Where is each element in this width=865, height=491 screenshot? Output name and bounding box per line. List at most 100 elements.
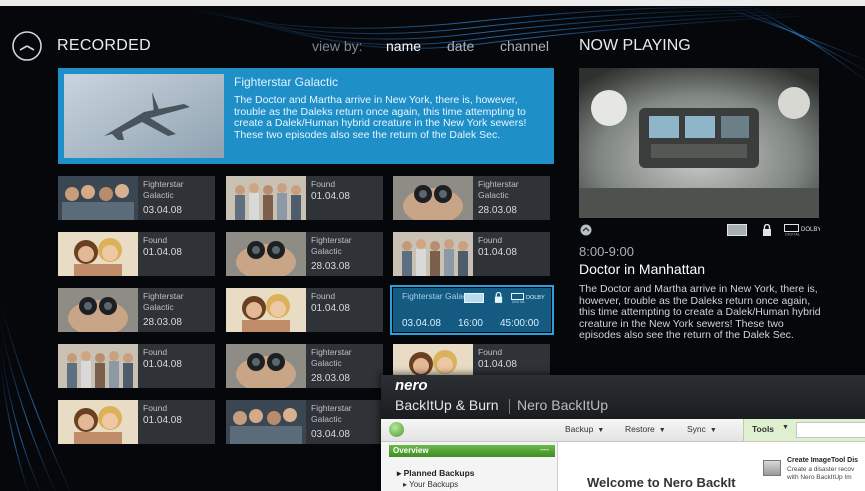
- recording-tile[interactable]: Fighterstar Galactic 28.03.08: [393, 176, 550, 220]
- bullet-icon: ▸: [397, 468, 404, 478]
- view-by-name[interactable]: name: [386, 38, 421, 54]
- recording-tile[interactable]: Fighterstar Galactic 28.03.08: [226, 344, 383, 388]
- recording-tile[interactable]: Found 01.04.08: [226, 176, 383, 220]
- featured-recording[interactable]: Fighterstar Galactic The Doctor and Mart…: [58, 68, 554, 164]
- backup-label: Backup: [565, 424, 594, 434]
- crowd-thumbnail: [58, 176, 138, 220]
- recording-tile[interactable]: Fighterstar Galactic 28.03.08: [226, 232, 383, 276]
- recording-date: 01.04.08: [478, 359, 517, 370]
- recording-tile[interactable]: Found 01.04.08: [393, 232, 550, 276]
- recording-date: 01.04.08: [478, 247, 517, 258]
- now-playing-time: 8:00-9:00: [579, 244, 634, 259]
- chevron-down-icon: ▼: [597, 427, 605, 434]
- recording-date: 01.04.08: [311, 191, 350, 202]
- chevron-down-icon: ▼: [709, 427, 717, 434]
- recording-title: Found: [478, 347, 503, 357]
- planned-backups-label: Planned Backups: [403, 468, 475, 478]
- recording-title: Found: [311, 291, 336, 301]
- back-icon[interactable]: [580, 224, 592, 236]
- clock-icon[interactable]: [11, 30, 43, 62]
- recording-tile[interactable]: Found 01.04.08: [58, 400, 215, 444]
- recording-duration: 45:00:00: [499, 318, 539, 329]
- recording-time: 16:00: [457, 318, 483, 329]
- sync-menu[interactable]: Sync ▼: [687, 424, 717, 434]
- recording-tile[interactable]: Fighterstar Galactic 28.03.08: [58, 288, 215, 332]
- hd-icon: [464, 293, 484, 303]
- home-icon[interactable]: [389, 422, 404, 437]
- recording-title: Found: [143, 235, 168, 245]
- binoculars-thumbnail: [58, 288, 138, 332]
- now-playing-description: The Doctor and Martha arrive in New York…: [579, 283, 821, 341]
- recording-date: 03.04.08: [311, 429, 350, 440]
- tools-label: Tools: [752, 424, 775, 434]
- recording-tile[interactable]: Fighterstar Galactic 03.04.08: [226, 400, 383, 444]
- task-description: Create a disaster recov with Nero BackIt…: [787, 466, 855, 481]
- recording-date: 28.03.08: [143, 317, 182, 328]
- recording-date: 01.04.08: [143, 247, 182, 258]
- recording-date: 03.04.08: [143, 205, 182, 216]
- recorded-title: RECORDED: [57, 37, 151, 54]
- nero-logo: nero: [395, 377, 428, 394]
- now-playing-show-title: Doctor in Manhattan: [579, 261, 706, 277]
- couple-thumbnail: [58, 400, 138, 444]
- recording-date: 28.03.08: [478, 205, 517, 216]
- couple-thumbnail: [226, 288, 306, 332]
- nero-backitup-window[interactable]: nero BackItUp & Burn Nero BackItUp Backu…: [381, 375, 865, 491]
- recording-details: 03.04.08 16:00 45:00:00: [402, 318, 539, 329]
- planned-backups-item[interactable]: ▸ Planned Backups: [397, 468, 475, 479]
- svg-text:DOLBY: DOLBY: [801, 227, 820, 233]
- restore-label: Restore: [625, 424, 655, 434]
- task-title: Create ImageTool Dis: [787, 457, 859, 464]
- svg-text:DOLBY: DOLBY: [526, 295, 545, 301]
- backup-menu[interactable]: Backup ▼: [565, 424, 604, 434]
- binoculars-thumbnail: [226, 344, 306, 388]
- chevron-down-icon: ▼: [658, 427, 666, 434]
- recording-tile-selected[interactable]: Fighterstar Galactic DOLBY DIGITAL 03.04.08…: [390, 285, 554, 335]
- recording-tile[interactable]: Found 01.04.08: [226, 288, 383, 332]
- dolby-digital-icon: DOLBYDIGITAL: [511, 293, 545, 303]
- featured-title: Fighterstar Galactic: [234, 75, 339, 89]
- tools-tab[interactable]: Tools ▼: [743, 419, 865, 441]
- family-thumbnail: [226, 176, 306, 220]
- welcome-heading: Welcome to Nero BackIt: [587, 475, 736, 490]
- overview-header[interactable]: Overview —: [389, 444, 555, 457]
- recording-date: 03.04.08: [402, 318, 441, 329]
- view-by-channel[interactable]: channel: [500, 38, 549, 54]
- recording-date: 28.03.08: [311, 373, 350, 384]
- recording-title: Fighterstar Galactic: [311, 403, 352, 424]
- lock-icon: [763, 224, 771, 236]
- recording-tile[interactable]: Found 01.04.08: [58, 344, 215, 388]
- recording-tile[interactable]: Found 01.04.08: [58, 232, 215, 276]
- binoculars-thumbnail: [226, 232, 306, 276]
- sync-label: Sync: [687, 424, 706, 434]
- hd-icon: [727, 224, 747, 236]
- view-by-date[interactable]: date: [447, 38, 474, 54]
- featured-description: The Doctor and Martha arrive in New York…: [234, 94, 527, 141]
- chevron-down-icon: ▼: [782, 424, 789, 431]
- now-playing-video[interactable]: [579, 68, 819, 218]
- fighter-jet-thumbnail: [64, 74, 224, 158]
- now-playing-title: NOW PLAYING: [579, 37, 691, 54]
- create-imagetool-task[interactable]: Create ImageTool Dis Create a disaster r…: [759, 457, 865, 491]
- minimize-icon[interactable]: —: [540, 444, 549, 454]
- recording-date: 01.04.08: [143, 359, 182, 370]
- recording-date: 28.03.08: [311, 261, 350, 272]
- window-top-border: [0, 0, 865, 6]
- overview-label: Overview: [393, 446, 429, 455]
- couple-thumbnail: [58, 232, 138, 276]
- dolby-digital-icon: DOLBY DIGITAL: [784, 224, 820, 236]
- recording-title: Fighterstar Galactic: [143, 291, 184, 312]
- restore-menu[interactable]: Restore ▼: [625, 424, 666, 434]
- svg-text:DIGITAL: DIGITAL: [785, 232, 801, 237]
- nero-product-name: BackItUp & Burn: [395, 397, 499, 413]
- recording-date: 01.04.08: [311, 303, 350, 314]
- recording-tile[interactable]: Fighterstar Galactic 03.04.08: [58, 176, 215, 220]
- recording-date: 01.04.08: [143, 415, 182, 426]
- lock-icon: [494, 292, 503, 303]
- nero-toolbar: Backup ▼ Restore ▼ Sync ▼ Tools ▼: [381, 419, 865, 442]
- tools-search-field[interactable]: [796, 422, 865, 438]
- crowd-thumbnail: [226, 400, 306, 444]
- binoculars-thumbnail: [393, 176, 473, 220]
- your-backups-label: Your Backups: [409, 480, 459, 489]
- your-backups-item[interactable]: ▸ Your Backups: [403, 480, 458, 489]
